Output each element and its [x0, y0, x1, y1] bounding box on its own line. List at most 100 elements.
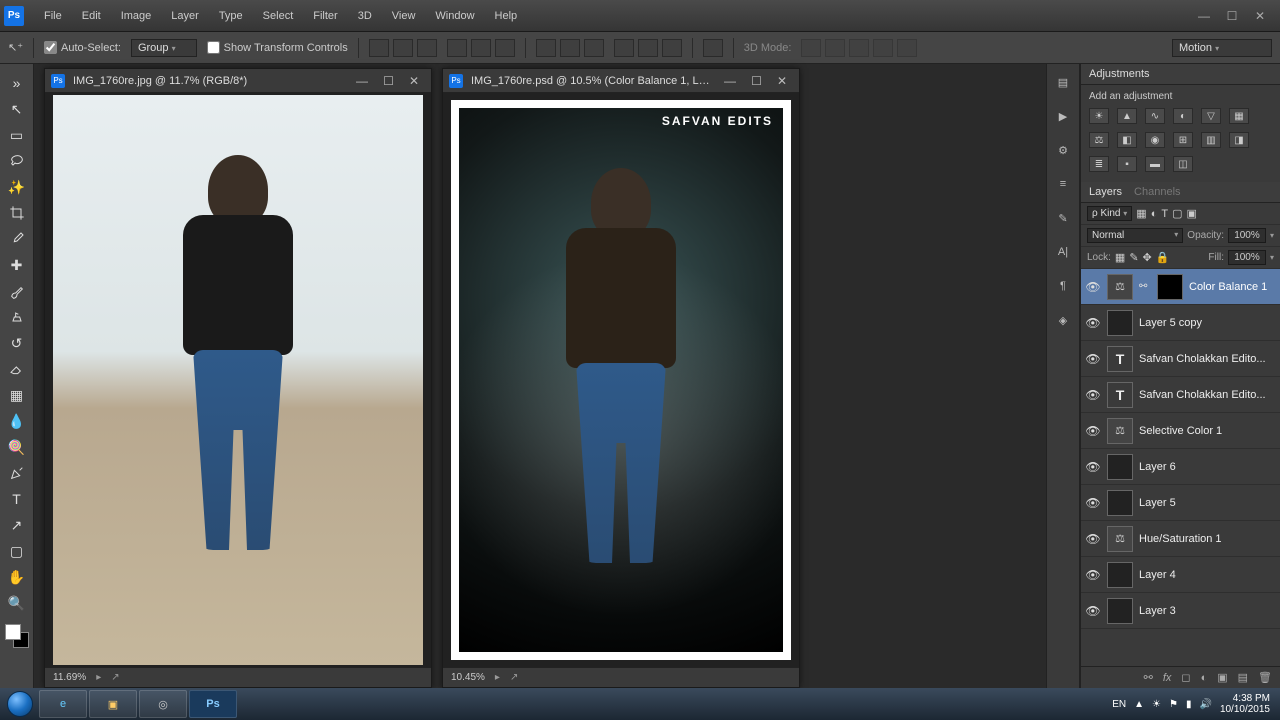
posterize-adj-icon[interactable]: ≣: [1089, 156, 1109, 172]
visibility-toggle-icon[interactable]: 👁: [1085, 424, 1101, 438]
layer-fx-icon[interactable]: fx: [1163, 672, 1172, 684]
eyedropper-tool-icon[interactable]: [4, 227, 30, 251]
actions-panel-icon[interactable]: ▶: [1053, 106, 1073, 126]
filter-type-icon[interactable]: T: [1161, 208, 1168, 220]
new-group-icon[interactable]: ▣: [1217, 671, 1227, 684]
doc-export-icon[interactable]: ↗: [510, 672, 518, 683]
3d-orbit-icon[interactable]: [801, 39, 821, 57]
distribute-vcenter-icon[interactable]: [560, 39, 580, 57]
auto-align-icon[interactable]: [703, 39, 723, 57]
visibility-toggle-icon[interactable]: 👁: [1085, 532, 1101, 546]
paragraph-panel-icon[interactable]: ¶: [1053, 276, 1073, 296]
layer-mask-icon[interactable]: ◻: [1181, 671, 1190, 684]
type-tool-icon[interactable]: T: [4, 487, 30, 511]
distribute-hcenter-icon[interactable]: [638, 39, 658, 57]
foreground-color-swatch[interactable]: [5, 624, 21, 640]
layer-name[interactable]: Safvan Cholakkan Edito...: [1139, 389, 1266, 401]
menu-help[interactable]: Help: [485, 4, 528, 28]
tray-show-hidden-icon[interactable]: ▲: [1134, 699, 1144, 710]
timeline-panel-icon[interactable]: ≡: [1053, 174, 1073, 194]
lasso-tool-icon[interactable]: [4, 149, 30, 173]
layer-filter-dropdown[interactable]: ρ Kind ▾: [1087, 206, 1132, 221]
vibrance-adj-icon[interactable]: ▽: [1201, 108, 1221, 124]
taskbar-chrome-icon[interactable]: ◎: [139, 690, 187, 718]
doc-info-icon[interactable]: ▸: [495, 672, 500, 683]
blend-mode-dropdown[interactable]: Normal ▾: [1087, 228, 1183, 243]
distribute-bottom-icon[interactable]: [584, 39, 604, 57]
dodge-tool-icon[interactable]: 🍭: [4, 435, 30, 459]
history-panel-icon[interactable]: ▤: [1053, 72, 1073, 92]
align-left-icon[interactable]: [447, 39, 467, 57]
taskbar-explorer-icon[interactable]: ▣: [89, 690, 137, 718]
adjustments-panel-header[interactable]: Adjustments: [1081, 64, 1280, 85]
distribute-top-icon[interactable]: [536, 39, 556, 57]
doc-minimize-icon[interactable]: —: [350, 74, 374, 88]
close-icon[interactable]: ✕: [1252, 10, 1268, 22]
filter-shape-icon[interactable]: ▢: [1172, 207, 1182, 220]
history-brush-tool-icon[interactable]: ↺: [4, 331, 30, 355]
align-bottom-icon[interactable]: [417, 39, 437, 57]
layer-row[interactable]: 👁TSafvan Cholakkan Edito...: [1081, 341, 1280, 377]
new-adjustment-icon[interactable]: ◐: [1201, 672, 1208, 684]
link-layers-icon[interactable]: ⚯: [1144, 671, 1153, 684]
3d-slide-icon[interactable]: [873, 39, 893, 57]
3d-pan-icon[interactable]: [849, 39, 869, 57]
distribute-right-icon[interactable]: [662, 39, 682, 57]
align-right-icon[interactable]: [495, 39, 515, 57]
hue-adj-icon[interactable]: ▦: [1229, 108, 1249, 124]
doc-info-icon[interactable]: ▸: [96, 672, 101, 683]
colorbalance-adj-icon[interactable]: ⚖: [1089, 132, 1109, 148]
layer-row[interactable]: 👁Layer 6: [1081, 449, 1280, 485]
filter-smart-icon[interactable]: ▣: [1186, 207, 1196, 220]
layer-name[interactable]: Layer 5: [1139, 497, 1176, 509]
clone-stamp-tool-icon[interactable]: [4, 305, 30, 329]
brush-panel-icon[interactable]: ✎: [1053, 208, 1073, 228]
filter-adj-icon[interactable]: ◐: [1151, 208, 1158, 220]
visibility-toggle-icon[interactable]: 👁: [1085, 604, 1101, 618]
zoom-level-2[interactable]: 10.45%: [451, 672, 485, 683]
curves-adj-icon[interactable]: ∿: [1145, 108, 1165, 124]
lock-all-icon[interactable]: 🔒: [1156, 251, 1170, 264]
show-transform-checkbox[interactable]: Show Transform Controls: [207, 41, 348, 54]
layer-row[interactable]: 👁⚖Selective Color 1: [1081, 413, 1280, 449]
workspace-preset-dropdown[interactable]: Motion ▾: [1172, 39, 1272, 57]
layer-row[interactable]: 👁Layer 5: [1081, 485, 1280, 521]
visibility-toggle-icon[interactable]: 👁: [1085, 352, 1101, 366]
magic-wand-tool-icon[interactable]: ✨: [4, 175, 30, 199]
move-tool-icon[interactable]: ↖: [4, 97, 30, 121]
blur-tool-icon[interactable]: 💧: [4, 409, 30, 433]
layer-row[interactable]: 👁⚖Hue/Saturation 1: [1081, 521, 1280, 557]
levels-adj-icon[interactable]: ▲: [1117, 108, 1137, 124]
layers-tab[interactable]: Layers: [1089, 186, 1122, 198]
canvas-2[interactable]: SAFVAN EDITS: [443, 93, 799, 667]
menu-3d[interactable]: 3D: [348, 4, 382, 28]
visibility-toggle-icon[interactable]: 👁: [1085, 316, 1101, 330]
tray-lang[interactable]: EN: [1112, 699, 1126, 710]
tray-clock[interactable]: 4:38 PM 10/10/2015: [1220, 693, 1270, 715]
taskbar-ie-icon[interactable]: e: [39, 690, 87, 718]
auto-select-dropdown[interactable]: Group ▾: [131, 39, 197, 57]
tray-action-icon[interactable]: ⚑: [1169, 699, 1178, 710]
new-layer-icon[interactable]: ▤: [1238, 671, 1248, 684]
align-vcenter-icon[interactable]: [393, 39, 413, 57]
doc-minimize-icon[interactable]: —: [718, 74, 742, 88]
pen-tool-icon[interactable]: [4, 461, 30, 485]
bw-adj-icon[interactable]: ◧: [1117, 132, 1137, 148]
doc-close-icon[interactable]: ✕: [403, 74, 425, 88]
menu-layer[interactable]: Layer: [161, 4, 209, 28]
gradient-tool-icon[interactable]: ▦: [4, 383, 30, 407]
healing-brush-tool-icon[interactable]: ✚: [4, 253, 30, 277]
menu-window[interactable]: Window: [425, 4, 484, 28]
layer-row[interactable]: 👁⚖⚯Color Balance 1: [1081, 269, 1280, 305]
fill-input[interactable]: 100%: [1228, 250, 1266, 265]
visibility-toggle-icon[interactable]: 👁: [1085, 460, 1101, 474]
tray-volume-icon[interactable]: 🔊: [1199, 699, 1211, 710]
gradientmap-adj-icon[interactable]: ▬: [1145, 156, 1165, 172]
path-select-tool-icon[interactable]: ↗: [4, 513, 30, 537]
color-swatches[interactable]: [5, 624, 29, 648]
zoom-tool-icon[interactable]: 🔍: [4, 591, 30, 615]
channelmixer-adj-icon[interactable]: ⊞: [1173, 132, 1193, 148]
zoom-level-1[interactable]: 11.69%: [53, 672, 86, 683]
menu-type[interactable]: Type: [209, 4, 253, 28]
photofilter-adj-icon[interactable]: ◉: [1145, 132, 1165, 148]
